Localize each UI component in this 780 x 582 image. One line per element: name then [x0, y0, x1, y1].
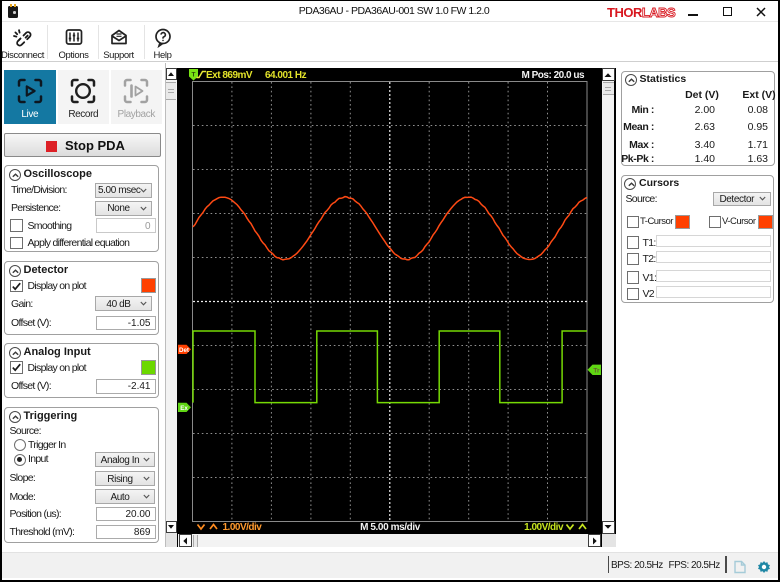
- svg-text:Det: Det: [179, 347, 189, 354]
- svg-text:Ex: Ex: [180, 405, 188, 412]
- svg-text:T: T: [192, 72, 196, 79]
- svg-text:Tr: Tr: [593, 368, 600, 375]
